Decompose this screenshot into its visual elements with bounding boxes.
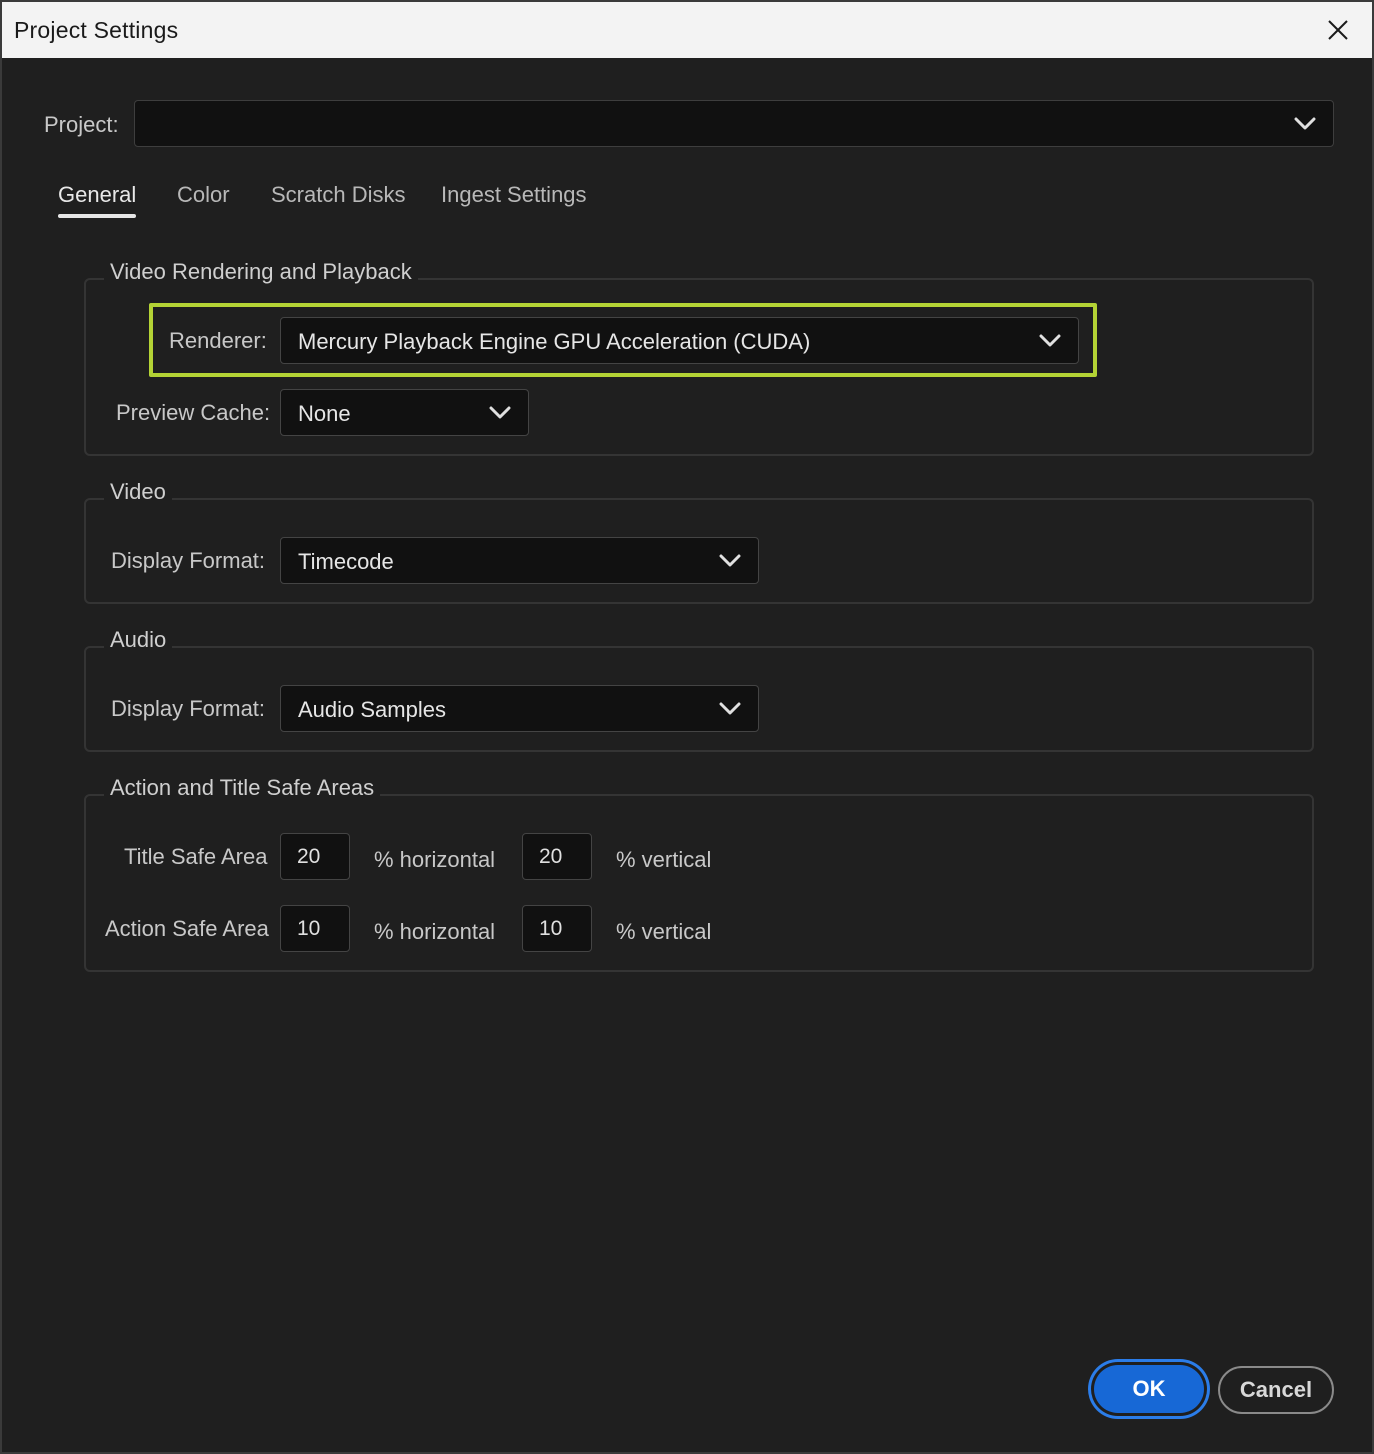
project-settings-dialog: Project Settings Project: General Color … (0, 0, 1374, 1454)
action-safe-vertical-input[interactable]: 10 (522, 905, 592, 952)
title-safe-vertical-value: 20 (539, 845, 563, 868)
action-horizontal-suffix: % horizontal (374, 919, 496, 944)
renderer-dropdown[interactable]: Mercury Playback Engine GPU Acceleration… (280, 317, 1079, 364)
title-safe-area-label: Title Safe Area (124, 844, 268, 869)
window-title: Project Settings (14, 17, 179, 43)
action-safe-vertical-value: 10 (539, 917, 563, 940)
active-tab-indicator (58, 214, 136, 218)
project-dropdown[interactable] (134, 100, 1334, 147)
action-safe-horizontal-value: 10 (297, 917, 321, 940)
action-safe-horizontal-input[interactable]: 10 (280, 905, 350, 952)
tab-ingest-settings[interactable]: Ingest Settings (441, 182, 587, 208)
video-legend: Video (104, 479, 172, 505)
project-label: Project: (44, 112, 119, 137)
preview-cache-label: Preview Cache: (116, 400, 271, 425)
title-bar: Project Settings (2, 2, 1372, 58)
tab-general[interactable]: General (58, 182, 136, 208)
renderer-value: Mercury Playback Engine GPU Acceleration… (298, 329, 811, 354)
title-safe-vertical-input[interactable]: 20 (522, 833, 592, 880)
title-safe-horizontal-value: 20 (297, 845, 321, 868)
video-rendering-legend: Video Rendering and Playback (104, 259, 418, 285)
audio-legend: Audio (104, 627, 173, 653)
action-vertical-suffix: % vertical (616, 919, 712, 944)
action-safe-area-label: Action Safe Area (105, 916, 269, 941)
ok-button[interactable]: OK (1094, 1365, 1204, 1413)
preview-cache-value: None (298, 401, 351, 426)
chevron-down-icon (718, 549, 742, 573)
chevron-down-icon (718, 697, 742, 721)
title-safe-horizontal-input[interactable]: 20 (280, 833, 350, 880)
tab-color[interactable]: Color (177, 182, 230, 208)
chevron-down-icon (1293, 112, 1317, 136)
preview-cache-dropdown[interactable]: None (280, 389, 529, 436)
cancel-button[interactable]: Cancel (1218, 1366, 1334, 1414)
audio-display-format-value: Audio Samples (298, 697, 446, 722)
safe-areas-legend: Action and Title Safe Areas (104, 775, 381, 801)
close-button[interactable] (1320, 12, 1356, 48)
safe-areas-group: Action and Title Safe Areas (84, 775, 1314, 972)
chevron-down-icon (1038, 329, 1062, 353)
audio-display-format-label: Display Format: (111, 696, 266, 721)
audio-display-format-dropdown[interactable]: Audio Samples (280, 685, 759, 732)
tab-scratch-disks[interactable]: Scratch Disks (271, 182, 405, 208)
video-display-format-label: Display Format: (111, 548, 266, 573)
video-display-format-value: Timecode (298, 549, 394, 574)
title-horizontal-suffix: % horizontal (374, 847, 496, 872)
close-icon (1328, 20, 1348, 40)
renderer-label: Renderer: (169, 328, 267, 353)
title-vertical-suffix: % vertical (616, 847, 712, 872)
video-display-format-dropdown[interactable]: Timecode (280, 537, 759, 584)
chevron-down-icon (488, 401, 512, 425)
